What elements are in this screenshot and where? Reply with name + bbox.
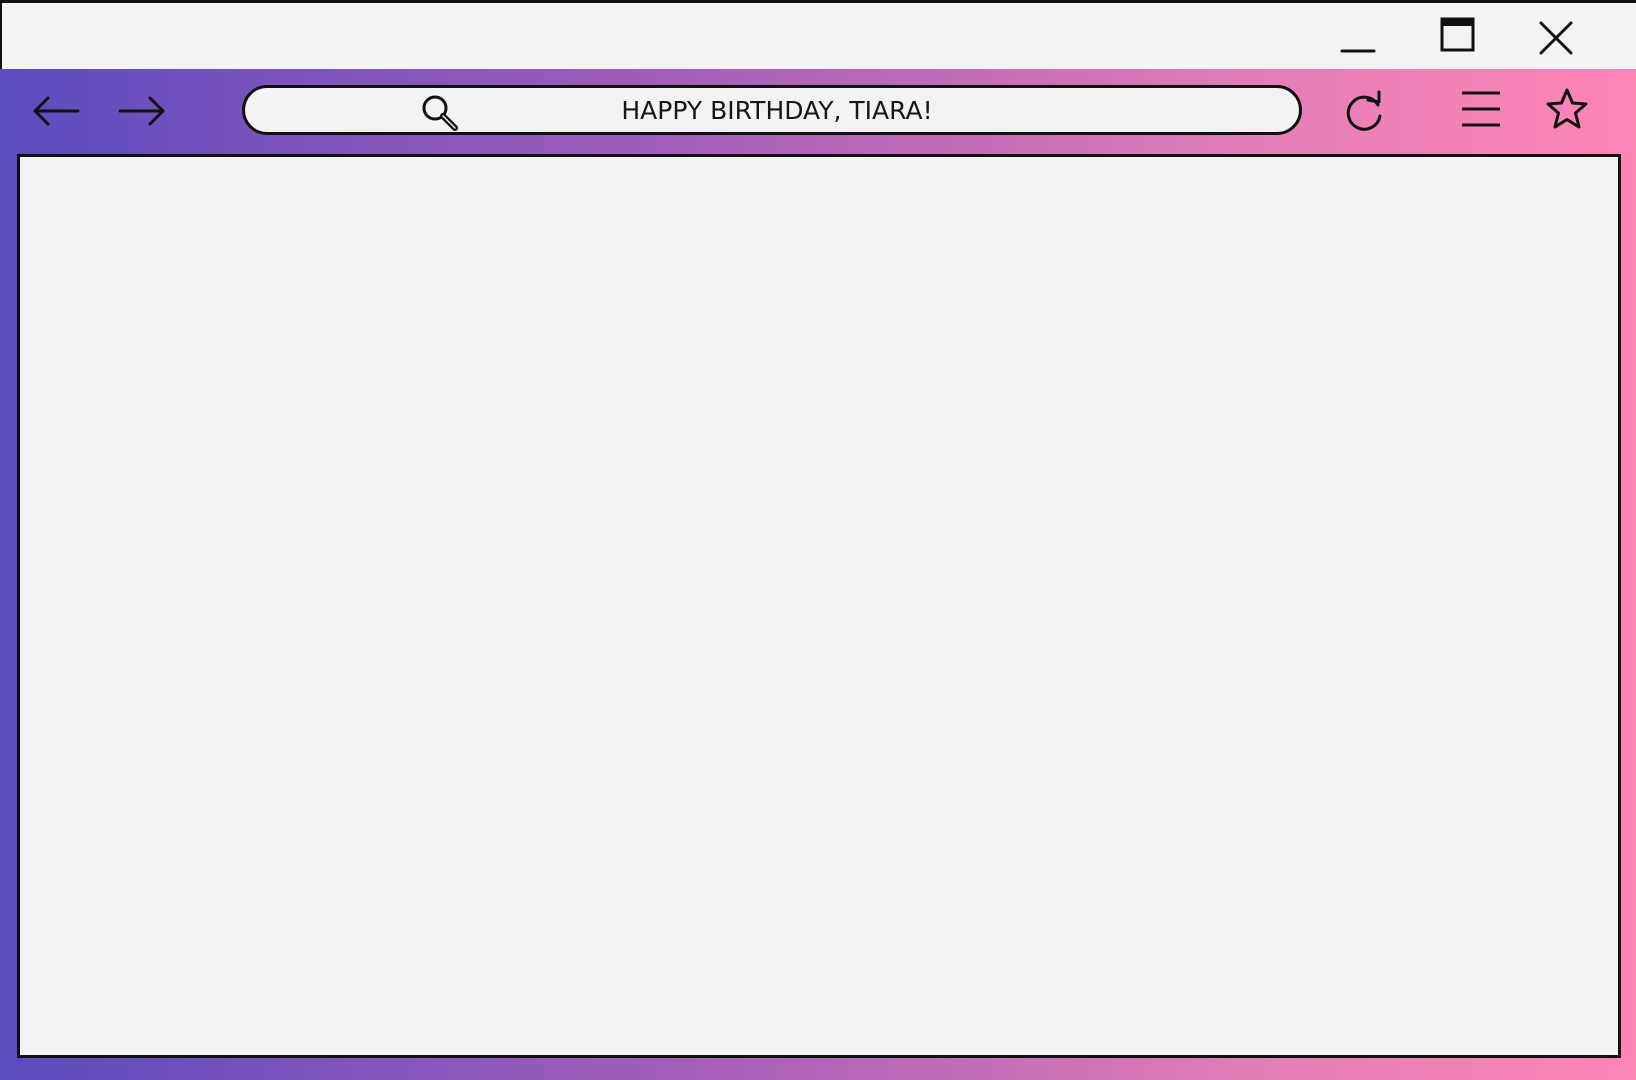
forward-button[interactable] [116, 91, 168, 131]
browser-window: HAPPY BIRTHDAY, TIARA! [0, 0, 1636, 1080]
hamburger-menu-icon [1462, 91, 1500, 127]
close-button[interactable] [1521, 3, 1591, 69]
refresh-button[interactable] [1342, 89, 1388, 135]
maximize-button[interactable] [1426, 3, 1496, 69]
browser-chrome: HAPPY BIRTHDAY, TIARA! [0, 69, 1636, 1080]
maximize-icon [1440, 17, 1475, 52]
back-button[interactable] [30, 91, 82, 131]
address-text[interactable]: HAPPY BIRTHDAY, TIARA! [245, 88, 1299, 132]
arrow-left-icon [33, 96, 80, 126]
refresh-icon [1346, 90, 1382, 131]
minimize-icon [1340, 49, 1376, 53]
toolbar: HAPPY BIRTHDAY, TIARA! [0, 69, 1636, 155]
menu-button[interactable] [1458, 89, 1504, 135]
page-viewport[interactable] [17, 154, 1621, 1058]
close-icon [1539, 21, 1573, 55]
minimize-button[interactable] [1326, 3, 1396, 69]
arrow-right-icon [118, 96, 165, 126]
address-bar[interactable]: HAPPY BIRTHDAY, TIARA! [242, 85, 1302, 135]
bookmark-button[interactable] [1543, 86, 1591, 134]
title-bar [2, 3, 1636, 69]
star-icon [1546, 88, 1588, 129]
